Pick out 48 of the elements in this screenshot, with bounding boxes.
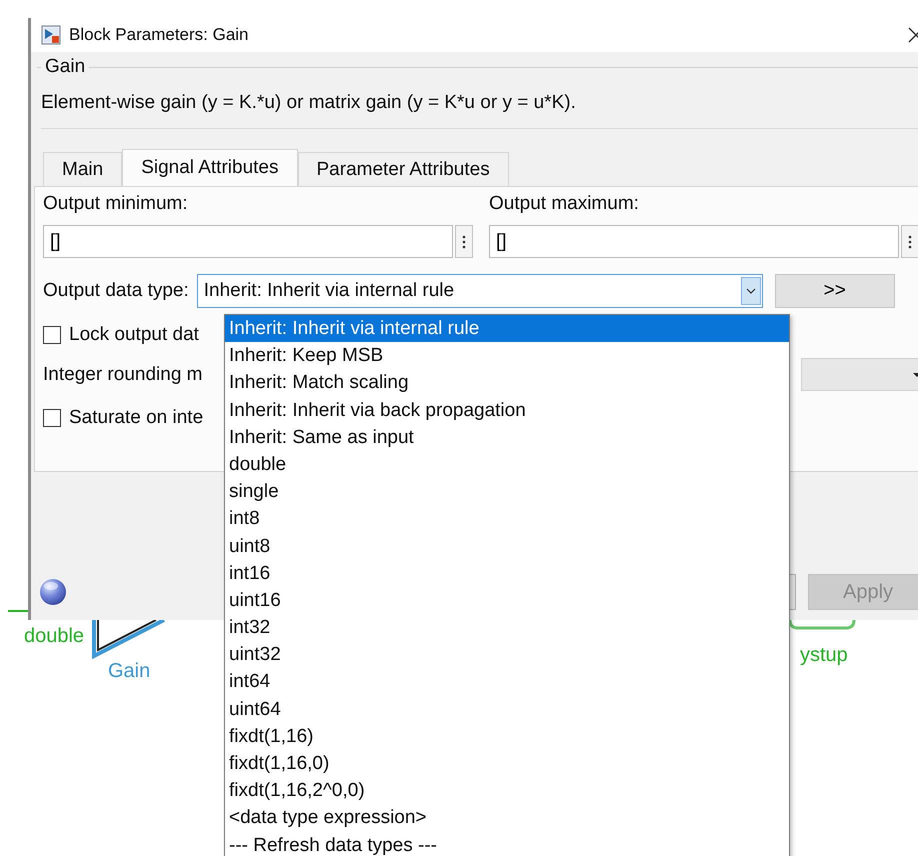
checkbox-label: Lock output dat — [69, 324, 199, 346]
input-field[interactable]: [] — [489, 225, 899, 258]
dropdown-option[interactable]: uint64 — [225, 696, 789, 723]
more-icon — [462, 234, 466, 248]
tab[interactable]: Parameter Attributes — [298, 152, 509, 186]
help-icon[interactable] — [39, 578, 67, 606]
dropdown-option[interactable]: Inherit: Same as input — [225, 424, 789, 451]
dropdown-option[interactable]: Inherit: Keep MSB — [225, 342, 789, 370]
signal-label: double — [24, 624, 84, 648]
dropdown-option[interactable]: Inherit: Match scaling — [225, 369, 789, 397]
dropdown-option[interactable]: uint16 — [225, 586, 789, 614]
input-field[interactable]: [] — [43, 225, 453, 258]
dropdown-option[interactable]: fixdt(1,16,2^0,0) — [225, 777, 789, 804]
checkbox[interactable] — [43, 409, 61, 427]
tab[interactable]: Signal Attributes — [122, 149, 298, 186]
tab[interactable]: Main — [43, 152, 122, 186]
window-title: Block Parameters: Gain — [69, 25, 250, 45]
chevron-down-icon — [740, 277, 761, 305]
dropdown-option[interactable]: int64 — [225, 668, 789, 696]
group-title: Gain — [44, 56, 86, 78]
dropdown-option[interactable]: int8 — [225, 505, 789, 532]
block-label: Gain — [108, 659, 150, 683]
field-label: Output maximum: — [489, 193, 640, 215]
dropdown-option[interactable]: double — [225, 450, 789, 478]
checkbox[interactable] — [43, 326, 61, 344]
dropdown-option[interactable]: int16 — [225, 560, 789, 587]
signal-label: ystup — [800, 643, 848, 667]
dropdown-option[interactable]: <data type expression> — [225, 804, 789, 832]
dropdown-option[interactable]: uint32 — [225, 641, 789, 668]
more-button[interactable] — [455, 225, 473, 258]
dropdown-option[interactable]: single — [225, 478, 789, 506]
dropdown-option[interactable]: Inherit: Inherit via internal rule — [225, 315, 789, 342]
assistant-button[interactable]: >> — [774, 274, 895, 308]
field-label: Output minimum: — [43, 193, 189, 215]
dropdown-option[interactable]: Inherit: Inherit via back propagation — [225, 396, 789, 424]
field-label: Output data type: — [43, 280, 189, 302]
more-button[interactable] — [901, 225, 918, 258]
data-type-dropdown[interactable]: Inherit: Inherit via internal rule — [196, 274, 763, 308]
block-icon — [41, 25, 61, 45]
dropdown-option[interactable]: uint8 — [225, 532, 789, 560]
dropdown-option[interactable]: fixdt(1,16,0) — [225, 750, 789, 778]
dropdown-option[interactable]: --- Refresh data types --- — [225, 832, 789, 856]
dropdown-option[interactable]: fixdt(1,16) — [225, 722, 789, 750]
dropdown-option[interactable]: int32 — [225, 614, 789, 642]
more-icon — [908, 234, 912, 248]
block-description: Element-wise gain (y = K.*u) or matrix gain (y = K*u or y = u*K). — [41, 92, 918, 129]
checkbox-label: Saturate on inte — [69, 407, 204, 429]
field-label: Integer rounding m — [43, 364, 202, 386]
